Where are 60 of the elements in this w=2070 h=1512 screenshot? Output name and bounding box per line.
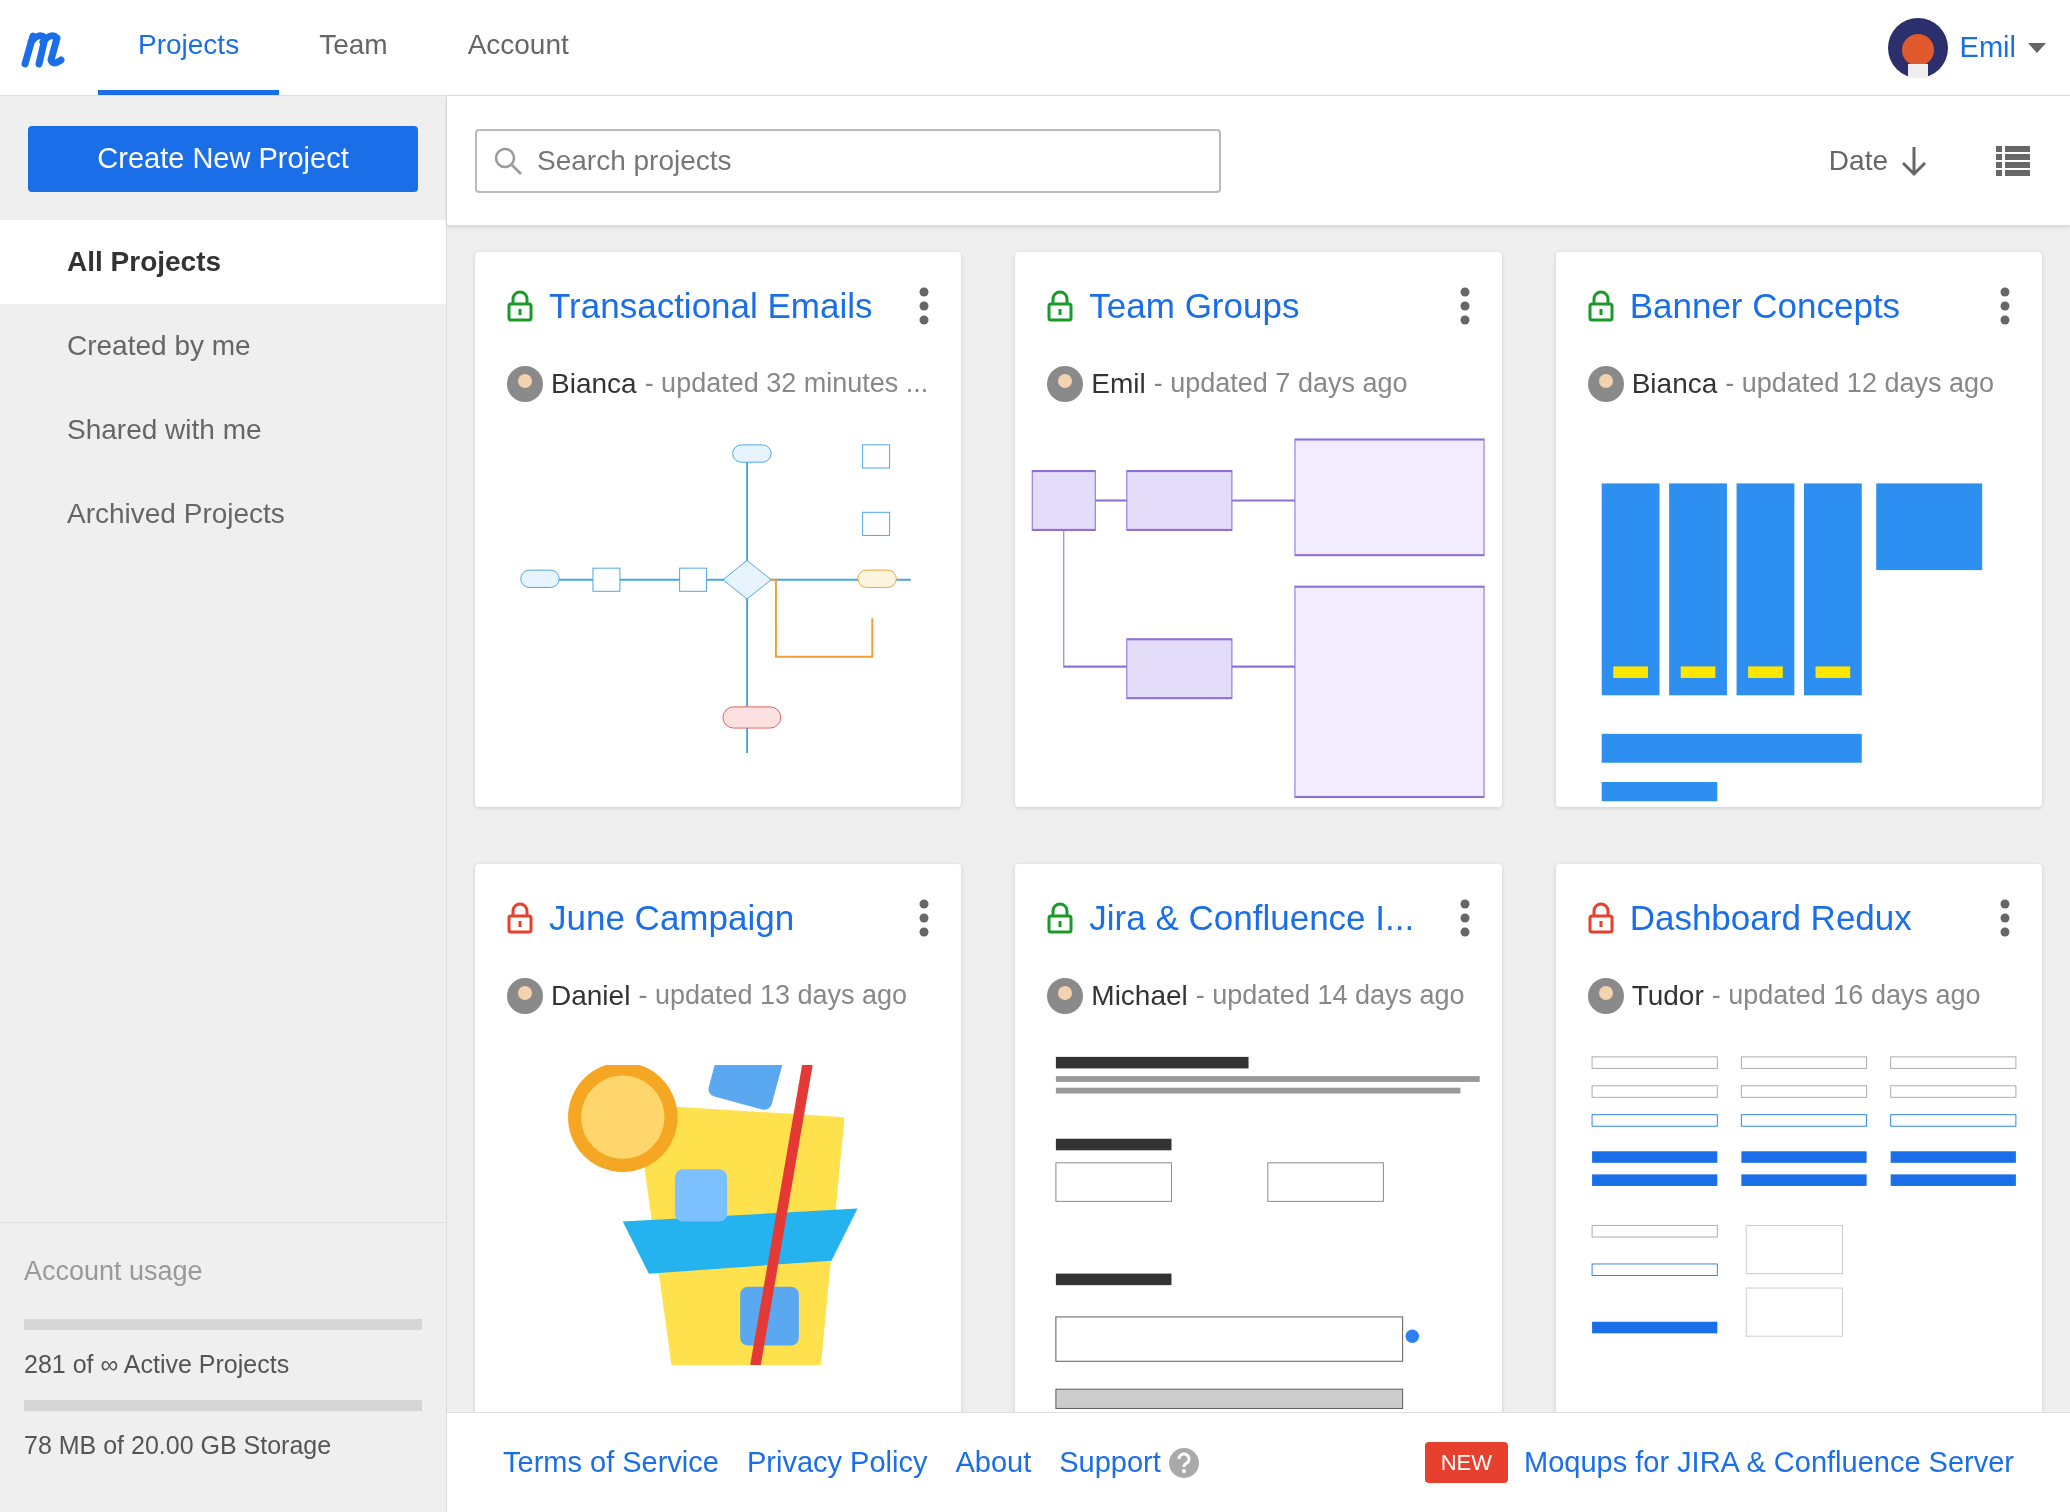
usage-label: 78 MB of 20.00 GB Storage [24,1429,333,1461]
more-icon[interactable] [919,899,930,938]
updated-time: - updated 16 days ago [1711,979,1981,1013]
usage-label: 281 of ∞ Active Projects [24,1349,291,1380]
avatar-icon [1047,365,1084,402]
avatar-icon [1887,17,1948,78]
sidebar-item[interactable]: Created by me [0,304,446,388]
promo-link[interactable]: Moqups for JIRA & Confluence Server [1524,1440,2014,1485]
user-menu[interactable]: Emil [1887,0,2070,95]
search-icon [493,145,523,176]
updated-time: - updated 12 days ago [1725,367,1994,401]
project-card[interactable]: Team Groups Emil - updated 7 days ago [1015,252,1502,807]
sidebar-item[interactable]: Shared with me [0,388,446,472]
avatar-icon [1587,365,1624,402]
caret-icon [2028,42,2046,53]
sidebar-item[interactable]: Archived Projects [0,472,446,556]
footer-link[interactable]: Privacy Policy [746,1440,928,1485]
search-field[interactable]: Search projects [475,128,1221,193]
sort-button[interactable]: Date [1828,139,1928,182]
author-name: Emil [1091,366,1146,401]
project-title[interactable]: Team Groups [1089,280,1444,333]
updated-time: - updated 7 days ago [1153,367,1408,401]
avatar-icon [1047,977,1084,1014]
avatar-icon [1587,977,1624,1014]
author-name: Michael [1091,978,1188,1013]
avatar-icon [507,365,543,402]
project-card[interactable]: Transactional Emails Bianca - updated 32 minutes ... [475,252,962,807]
more-icon[interactable] [919,287,930,326]
project-card[interactable]: Dashboard Redux Tudor - updated 16 days ago [1555,864,2042,1412]
nav-tab[interactable]: Account [427,0,609,95]
create-project-button[interactable]: Create New Project [28,126,418,192]
project-card[interactable]: Jira & Confluence I... Michael - updated 14 days ago [1015,864,1502,1412]
more-icon[interactable] [2000,899,2010,938]
avatar-icon [507,977,543,1014]
sidebar-item[interactable]: All Projects [0,220,446,304]
updated-time: - updated 13 days ago [638,979,908,1013]
usage-title: Account usage [24,1254,204,1288]
more-icon[interactable] [1459,287,1470,326]
author-name: Tudor [1631,978,1704,1013]
list-view-icon[interactable] [1996,145,2030,176]
more-icon[interactable] [2000,287,2010,326]
footer-link[interactable]: Support [1059,1440,1161,1485]
nav-tab[interactable]: Team [279,0,428,95]
author-name: Daniel [551,978,631,1013]
project-title[interactable]: June Campaign [549,892,904,945]
project-title[interactable]: Banner Concepts [1629,280,1984,333]
footer-link[interactable]: About [955,1440,1032,1485]
footer-link[interactable]: Terms of Service [503,1440,719,1485]
project-title[interactable]: Jira & Confluence I... [1089,892,1444,945]
author-name: Bianca [1631,366,1718,401]
arrow-down-icon [1900,144,1928,177]
updated-time: - updated 32 minutes ... [644,367,929,401]
more-icon[interactable] [1459,899,1470,938]
updated-time: - updated 14 days ago [1195,979,1465,1013]
project-card[interactable]: June Campaign Daniel - updated 13 days ago [475,864,962,1412]
new-badge: NEW [1424,1442,1508,1483]
author-name: Bianca [551,366,637,401]
project-title[interactable]: Transactional Emails [549,280,904,333]
project-card[interactable]: Banner Concepts Bianca - updated 12 days ago [1555,252,2042,807]
project-title[interactable]: Dashboard Redux [1629,892,1984,945]
